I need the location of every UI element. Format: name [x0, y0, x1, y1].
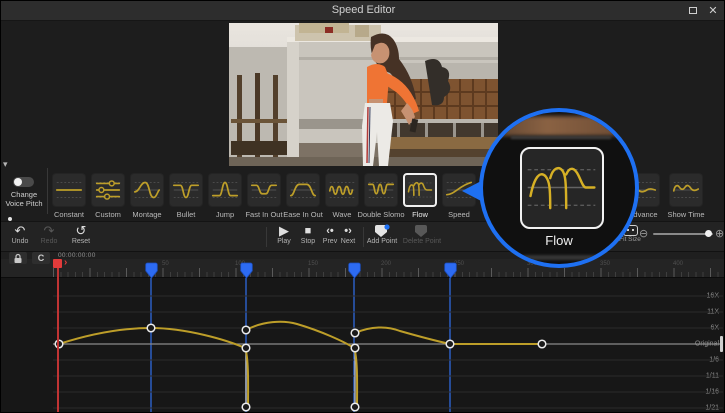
preset-label-montage: Montage — [117, 210, 177, 219]
lock-button[interactable] — [9, 252, 27, 264]
preset-label-wave: Wave — [312, 210, 372, 219]
ruler-label: 150 — [308, 261, 318, 267]
preset-show-time[interactable] — [669, 173, 703, 207]
add-point-icon — [360, 224, 404, 238]
playhead-handle[interactable] — [53, 259, 62, 268]
zoom-out-icon[interactable]: ⊖ — [639, 227, 648, 240]
preset-label-custom: Custom — [78, 210, 138, 219]
title-bar: Speed Editor ✕ — [1, 1, 725, 21]
preset-label-ease-in-out: Ease In Out — [273, 210, 333, 219]
speed-curve-canvas[interactable] — [1, 278, 725, 413]
delete-point-icon — [400, 224, 444, 238]
curve-control-point[interactable] — [242, 326, 250, 334]
magnified-border-line — [511, 136, 611, 139]
preset-label-show-time: Show Time — [656, 210, 716, 219]
toggle-knob — [14, 178, 22, 186]
reset-icon: ↺ — [59, 224, 103, 238]
preset-bullet[interactable] — [169, 173, 203, 207]
preset-flow[interactable] — [403, 173, 437, 207]
keyframe-pin[interactable] — [145, 262, 158, 279]
preset-double-slomo[interactable] — [364, 173, 398, 207]
ruler-label: 200 — [381, 261, 391, 267]
keyframe-pin[interactable] — [348, 262, 361, 279]
timeline-ruler[interactable] — [1, 259, 725, 278]
clip-end-handle[interactable] — [720, 336, 723, 352]
timeline-header — [1, 251, 725, 259]
lock-icon — [12, 253, 24, 264]
curve-control-point[interactable] — [351, 344, 359, 352]
preset-label-speed: Speed — [429, 210, 489, 219]
video-frame-art — [229, 23, 498, 166]
zoom-slider-handle[interactable] — [705, 230, 712, 237]
callout-preset-label: Flow — [483, 233, 635, 248]
speed-editor-window: Speed Editor ✕ — [0, 0, 725, 413]
timeline-zoom-slider: ⊖ ⊕ — [639, 227, 725, 241]
curve-control-point[interactable] — [242, 344, 250, 352]
reset-button[interactable]: ↺ Reset — [59, 224, 103, 245]
close-icon[interactable]: ✕ — [706, 5, 720, 17]
delete-point-button[interactable]: Delete Point — [400, 224, 444, 245]
add-point-button[interactable]: Add Point — [360, 224, 404, 245]
collapse-panel-icon[interactable]: ▾ — [3, 159, 8, 170]
zoom-slider-track[interactable] — [653, 233, 713, 235]
keyframe-pin[interactable] — [444, 262, 457, 279]
ruler-label: 400 — [673, 261, 683, 267]
keyframe-pin[interactable] — [240, 262, 253, 279]
flow-magnifier-callout: Flow — [479, 108, 639, 268]
video-preview — [229, 23, 498, 166]
zoom-in-icon[interactable]: ⊕ — [715, 227, 724, 240]
preset-label-constant: Constant — [39, 210, 99, 219]
preset-constant[interactable] — [52, 173, 86, 207]
preset-label-double-slomo: Double Slomo — [351, 210, 411, 219]
ruler-label: 350 — [600, 261, 610, 267]
preset-fast-in-out[interactable] — [247, 173, 281, 207]
preset-montage[interactable] — [130, 173, 164, 207]
playhead-chevron-icon: › — [64, 257, 67, 268]
magnified-separator — [523, 255, 599, 260]
curve-control-point[interactable] — [351, 403, 359, 411]
preset-label-bullet: Bullet — [156, 210, 216, 219]
panel-divider — [47, 168, 48, 214]
window-title: Speed Editor — [1, 4, 725, 16]
flow-preset-magnified — [520, 147, 604, 229]
preset-label-flow: Flow — [390, 210, 450, 219]
preset-ease-in-out[interactable] — [286, 173, 320, 207]
curve-control-point[interactable] — [538, 340, 546, 348]
magnified-video-edge — [491, 116, 631, 136]
maximize-icon[interactable] — [686, 5, 700, 17]
voice-pitch-label: Change Voice Pitch — [1, 190, 47, 208]
ruler-label: 50 — [162, 261, 169, 267]
preset-label-fast-in-out: Fast In Out — [234, 210, 294, 219]
curve-control-point[interactable] — [351, 329, 359, 337]
preset-jump[interactable] — [208, 173, 242, 207]
cycle-button[interactable]: C — [32, 252, 50, 264]
preset-wave[interactable] — [325, 173, 359, 207]
playhead-line[interactable] — [57, 259, 59, 413]
preset-label-jump: Jump — [195, 210, 255, 219]
voice-pitch-toggle[interactable] — [13, 177, 34, 187]
curve-control-point[interactable] — [147, 324, 155, 332]
curve-control-point[interactable] — [242, 403, 250, 411]
curve-control-point[interactable] — [446, 340, 454, 348]
preset-custom[interactable] — [91, 173, 125, 207]
